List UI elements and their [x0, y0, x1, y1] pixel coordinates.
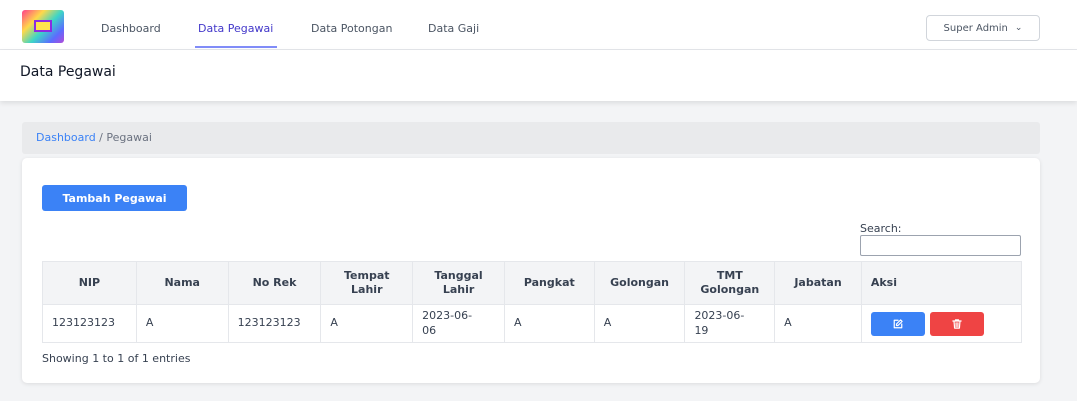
user-menu-button[interactable]: Super Admin ⌄: [926, 15, 1040, 41]
breadcrumb-current: Pegawai: [106, 131, 152, 144]
cell-nip: 123123123: [42, 304, 137, 343]
header-no-rek[interactable]: No Rek: [227, 261, 322, 305]
header-tanggal-lahir[interactable]: Tanggal Lahir: [412, 261, 505, 305]
top-navbar: Dashboard Data Pegawai Data Potongan Dat…: [0, 0, 1077, 50]
edit-button[interactable]: [870, 311, 925, 336]
delete-button[interactable]: [930, 311, 985, 336]
user-menu-label: Super Admin: [943, 22, 1008, 34]
page-header: [0, 50, 1077, 101]
page-title: Data Pegawai: [20, 64, 116, 80]
header-tempat-lahir[interactable]: Tempat Lahir: [320, 261, 414, 305]
breadcrumb-dashboard-link[interactable]: Dashboard: [36, 131, 96, 144]
nav-item-data-pegawai[interactable]: Data Pegawai: [198, 22, 273, 35]
table-row: 123123123 A 123123123 A 2023-06- 06 A A 2…: [42, 304, 1023, 343]
header-jabatan[interactable]: Jabatan: [774, 261, 862, 305]
header-golongan[interactable]: Golongan: [593, 261, 686, 305]
cell-tanggal-lahir: 2023-06- 06: [412, 304, 505, 343]
nav-item-dashboard[interactable]: Dashboard: [101, 22, 161, 35]
breadcrumb: Dashboard / Pegawai: [22, 122, 1040, 154]
header-aksi: Aksi: [860, 261, 1023, 305]
header-nip[interactable]: NIP: [42, 261, 137, 305]
cell-tmt-golongan: 2023-06- 19: [684, 304, 776, 343]
cell-aksi: [860, 304, 1023, 343]
add-pegawai-button[interactable]: Tambah Pegawai: [42, 185, 187, 211]
active-nav-indicator: [195, 46, 277, 48]
table-header-row: NIP Nama No Rek Tempat Lahir Tanggal Lahir…: [42, 261, 1023, 305]
pegawai-table: NIP Nama No Rek Tempat Lahir Tanggal Lahir…: [42, 261, 1023, 343]
header-nama[interactable]: Nama: [135, 261, 229, 305]
cell-no-rek: 123123123: [227, 304, 322, 343]
cell-golongan: A: [593, 304, 686, 343]
chevron-down-icon: ⌄: [1014, 23, 1023, 33]
nav-item-data-gaji[interactable]: Data Gaji: [428, 22, 479, 35]
cell-tempat-lahir: A: [320, 304, 414, 343]
cell-pangkat: A: [503, 304, 595, 343]
pegawai-card: Tambah Pegawai Search: NIP Nama No Rek T…: [22, 158, 1040, 383]
app-logo[interactable]: [22, 10, 64, 43]
edit-icon: [893, 318, 903, 328]
cell-nama: A: [135, 304, 229, 343]
breadcrumb-separator: /: [95, 131, 107, 144]
trash-icon: [952, 318, 963, 329]
header-tmt-golongan[interactable]: TMT Golongan: [684, 261, 776, 305]
header-pangkat[interactable]: Pangkat: [503, 261, 595, 305]
search-input[interactable]: [860, 235, 1021, 256]
search-label: Search:: [860, 222, 902, 235]
table-info: Showing 1 to 1 of 1 entries: [42, 352, 191, 365]
nav-item-data-potongan[interactable]: Data Potongan: [311, 22, 392, 35]
cell-jabatan: A: [774, 304, 862, 343]
